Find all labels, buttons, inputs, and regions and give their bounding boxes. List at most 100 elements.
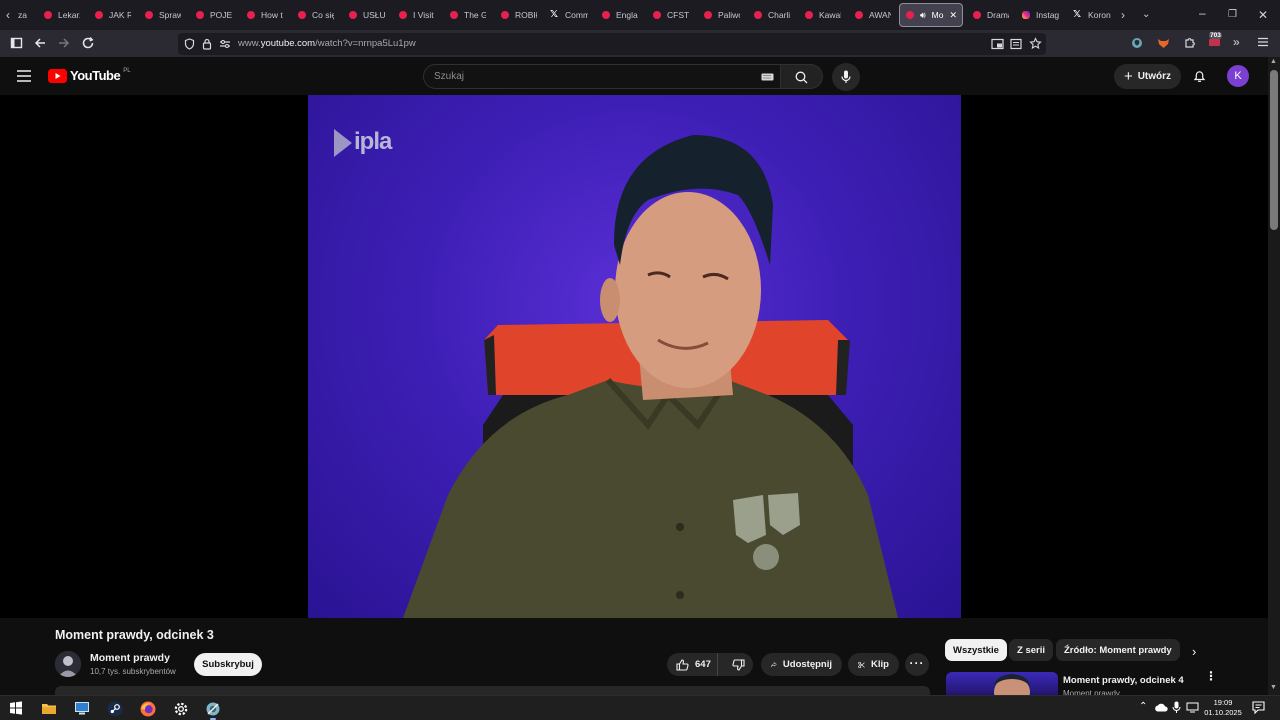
browser-tab[interactable]: 🔊︎ Mo ✕ <box>899 3 963 27</box>
browser-tab[interactable]: Instag <box>1022 4 1062 26</box>
recommendation-thumbnail[interactable] <box>946 672 1058 695</box>
browser-tab[interactable]: I Visit <box>399 4 435 26</box>
lock-icon[interactable] <box>202 38 212 50</box>
page-scrollbar-thumb[interactable] <box>1270 70 1278 230</box>
vpn-shield-extension-icon[interactable] <box>1131 37 1143 49</box>
ipla-watermark: ipla <box>354 128 392 155</box>
youtube-logo[interactable]: YouTube PL <box>48 68 131 83</box>
clip-button[interactable]: Klip <box>848 653 899 676</box>
video-player[interactable]: ipla <box>0 95 1268 618</box>
youtube-play-logo-icon <box>48 68 67 83</box>
system-clock[interactable]: 19:09 01.10.2025 <box>1200 698 1246 718</box>
notification-center-icon[interactable] <box>1252 701 1265 714</box>
picture-in-picture-icon[interactable] <box>991 38 1004 50</box>
browser-tab[interactable]: CFSTV <box>653 4 689 26</box>
browser-tab[interactable]: Englan <box>602 4 638 26</box>
onedrive-cloud-icon[interactable] <box>1154 703 1168 712</box>
tab-scroll-right-icon[interactable]: › <box>1121 8 1125 22</box>
video-frame[interactable]: ipla <box>308 95 961 618</box>
settings-gear-icon[interactable] <box>173 701 189 717</box>
app-menu-icon[interactable] <box>1257 36 1269 48</box>
youtube-favicon-icon <box>653 11 661 19</box>
windows-start-icon[interactable] <box>9 701 25 717</box>
recommendation-thumbnail-image <box>994 674 1030 695</box>
browser-tab-label: Lekarz <box>58 10 80 20</box>
more-actions-button[interactable]: ··· <box>905 653 929 676</box>
youtube-favicon-icon <box>450 11 458 19</box>
filter-chip[interactable]: Wszystkie <box>945 639 1007 661</box>
overflow-chevrons-icon[interactable]: » <box>1233 35 1240 49</box>
tracking-shield-icon[interactable] <box>184 38 195 50</box>
guide-menu-icon[interactable] <box>17 70 31 82</box>
extensions-puzzle-icon[interactable] <box>1183 36 1196 49</box>
search-input[interactable]: Szukaj <box>423 64 781 89</box>
dislike-button[interactable] <box>724 653 753 676</box>
browser-tab[interactable]: POJEC <box>196 4 232 26</box>
browser-tab[interactable]: Lekarz <box>44 4 80 26</box>
browser-tab[interactable]: Drama <box>973 4 1009 26</box>
bookmark-star-icon[interactable] <box>1029 37 1042 50</box>
browser-tab[interactable]: Co się <box>298 4 334 26</box>
sidebar-toggle-icon[interactable] <box>10 36 23 49</box>
keyboard-icon[interactable] <box>761 73 774 81</box>
chips-next-chevron-icon[interactable]: › <box>1192 644 1196 659</box>
voice-search-button[interactable] <box>832 63 860 91</box>
network-display-icon[interactable] <box>1186 702 1199 713</box>
tray-overflow-chevron-icon[interactable]: ⌃ <box>1139 701 1147 712</box>
browser-tab[interactable]: 𝕏 Comm <box>550 4 588 26</box>
browser-tab[interactable]: How t <box>247 4 283 26</box>
clock-date: 01.10.2025 <box>1204 708 1242 717</box>
tab-audio-playing-icon[interactable]: 🔊︎ <box>920 10 926 21</box>
filter-chip[interactable]: Źródło: Moment prawdy <box>1056 639 1180 661</box>
restore-window-icon[interactable]: ❐ <box>1228 8 1237 22</box>
minimize-window-icon[interactable]: – <box>1199 6 1206 20</box>
browser-tab[interactable]: Spraw <box>145 4 181 26</box>
back-icon[interactable] <box>33 36 47 50</box>
reader-view-icon[interactable] <box>1010 38 1022 50</box>
browser-tab[interactable]: za <box>18 4 40 26</box>
browser-tab[interactable]: The G <box>450 4 486 26</box>
search-button[interactable] <box>781 64 823 89</box>
reload-icon[interactable] <box>81 36 95 50</box>
channel-name[interactable]: Moment prawdy <box>90 652 170 664</box>
browser-tab[interactable]: ROBIŁ <box>501 4 537 26</box>
tab-list-chevron-down-icon[interactable]: ⌄ <box>1142 8 1150 22</box>
youtube-favicon-icon <box>95 11 103 19</box>
forward-icon[interactable] <box>57 36 71 50</box>
browser-tab[interactable]: 𝕏 Koron <box>1073 4 1113 26</box>
recommendation-menu-icon[interactable]: ⋮ <box>1205 670 1217 682</box>
recommendation-title[interactable]: Moment prawdy, odcinek 4 <box>1063 675 1184 686</box>
close-tab-icon[interactable]: ✕ <box>949 10 957 21</box>
firefox-icon[interactable] <box>140 701 156 717</box>
description-box[interactable] <box>55 686 930 695</box>
scroll-down-icon[interactable]: ▼ <box>1270 684 1277 691</box>
like-button[interactable]: 647 <box>667 653 719 676</box>
browser-tab[interactable]: Charli <box>754 4 790 26</box>
subscriber-count: 10,7 tys. subskrybentów <box>90 667 176 676</box>
tab-scroll-left-icon[interactable]: ‹ <box>6 8 10 22</box>
url-text: www.youtube.com/watch?v=nrnpa5Lu1pw <box>238 38 416 49</box>
browser-tab[interactable]: USŁUC <box>349 4 385 26</box>
channel-avatar[interactable] <box>55 651 81 677</box>
account-avatar[interactable]: K <box>1227 65 1249 87</box>
subscribe-button[interactable]: Subskrybuj <box>194 653 262 676</box>
fox-extension-icon[interactable] <box>1157 37 1170 49</box>
address-bar[interactable]: www.youtube.com/watch?v=nrnpa5Lu1pw <box>178 33 1046 55</box>
close-window-icon[interactable]: ✕ <box>1258 8 1268 22</box>
share-button[interactable]: Udostępnij <box>761 653 842 676</box>
browser-tab[interactable]: Kawal <box>805 4 841 26</box>
steam-icon[interactable] <box>107 701 123 717</box>
filter-chip[interactable]: Z serii <box>1009 639 1053 661</box>
create-button[interactable]: + Utwórz <box>1114 64 1181 89</box>
notifications-bell-icon[interactable] <box>1193 69 1206 83</box>
running-app-icon[interactable] <box>205 701 221 717</box>
microphone-tray-icon[interactable] <box>1172 701 1181 714</box>
site-permissions-icon[interactable] <box>219 39 231 49</box>
browser-tab-label: ROBIŁ <box>515 10 537 20</box>
remote-desktop-icon[interactable] <box>74 701 90 717</box>
file-explorer-icon[interactable] <box>41 701 57 717</box>
browser-tab[interactable]: Paliwo <box>704 4 740 26</box>
scroll-up-icon[interactable]: ▲ <box>1270 58 1277 65</box>
browser-tab[interactable]: AWAN <box>855 4 891 26</box>
browser-tab[interactable]: JAK R <box>95 4 131 26</box>
